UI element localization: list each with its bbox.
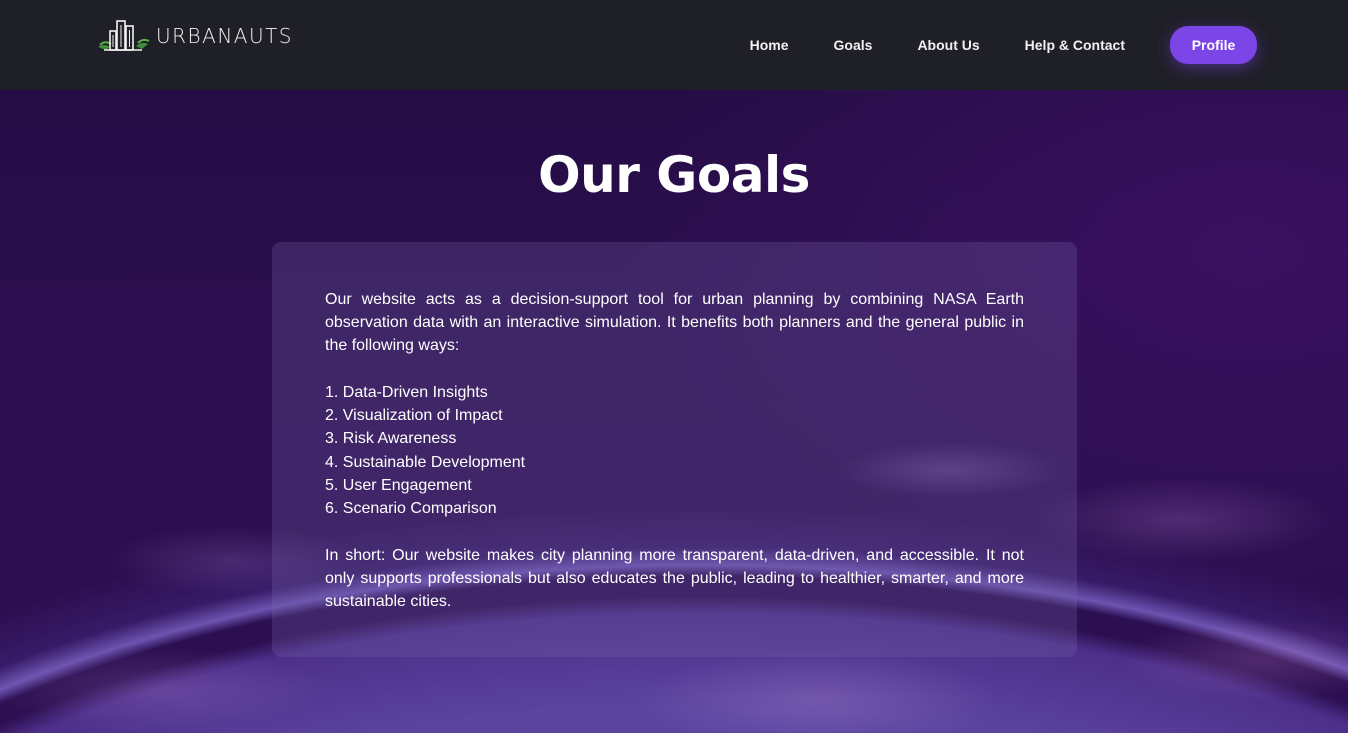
city-buildings-icon: [98, 20, 150, 51]
goals-card: Our website acts as a decision-support t…: [272, 242, 1077, 657]
goal-item: 4. Sustainable Development: [325, 453, 526, 471]
goal-item: 3. Risk Awareness: [325, 430, 457, 448]
nav-about-us[interactable]: About Us: [917, 37, 979, 53]
nav-goals[interactable]: Goals: [834, 37, 873, 53]
profile-button[interactable]: Profile: [1170, 26, 1257, 64]
brand-name: URBANAUTS: [156, 24, 294, 48]
goal-item: 6. Scenario Comparison: [325, 500, 497, 518]
nav-help-contact[interactable]: Help & Contact: [1025, 37, 1125, 53]
goals-intro: Our website acts as a decision-support t…: [325, 291, 1024, 354]
main-nav: Home Goals About Us Help & Contact Profi…: [750, 26, 1257, 64]
goals-list: 1. Data-Driven Insights 2. Visualization…: [325, 381, 1024, 520]
page-title: Our Goals: [538, 146, 810, 204]
goal-item: 2. Visualization of Impact: [325, 407, 503, 425]
top-navbar: URBANAUTS Home Goals About Us Help & Con…: [0, 0, 1348, 90]
brand-logo[interactable]: URBANAUTS: [96, 17, 293, 53]
goal-item: 1. Data-Driven Insights: [325, 384, 488, 401]
nav-home[interactable]: Home: [750, 37, 789, 53]
goals-summary: In short: Our website makes city plannin…: [325, 547, 1024, 611]
goal-item: 5. User Engagement: [325, 476, 472, 494]
